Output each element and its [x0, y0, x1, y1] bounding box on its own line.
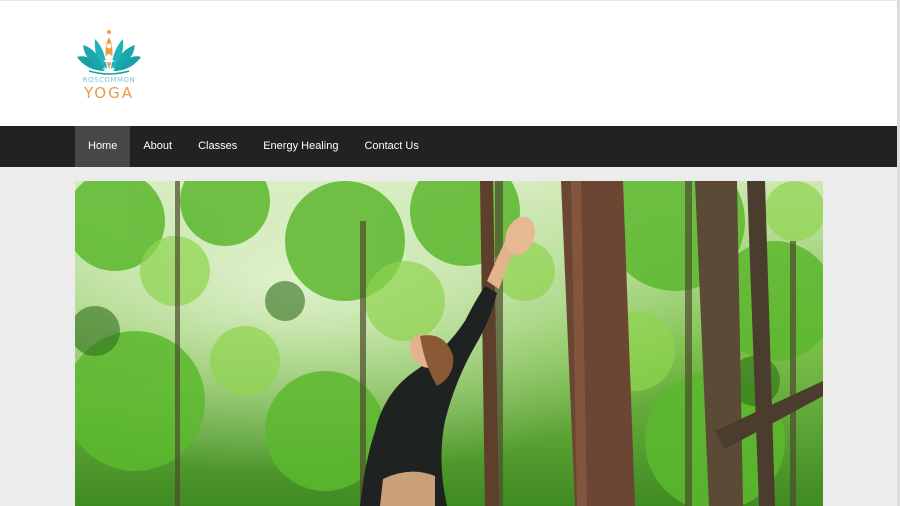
- nav-item-contact-us[interactable]: Contact Us: [351, 126, 431, 167]
- nav-item-classes[interactable]: Classes: [185, 126, 250, 167]
- nav-item-energy-healing[interactable]: Energy Healing: [250, 126, 351, 167]
- nav-item-home[interactable]: Home: [75, 126, 131, 167]
- forest-yoga-photo: [75, 181, 823, 506]
- nav-item-about[interactable]: About: [130, 126, 185, 167]
- site-logo[interactable]: ROSCOMMON YOGA: [75, 27, 143, 103]
- logo-title: YOGA: [83, 84, 135, 102]
- logo-subtitle: ROSCOMMON: [82, 76, 136, 84]
- hero-image: [75, 181, 823, 506]
- main-navigation: Home About Classes Energy Healing Contac…: [0, 126, 897, 167]
- site-header: ROSCOMMON YOGA: [0, 0, 897, 126]
- lotus-meditation-icon: [77, 30, 141, 75]
